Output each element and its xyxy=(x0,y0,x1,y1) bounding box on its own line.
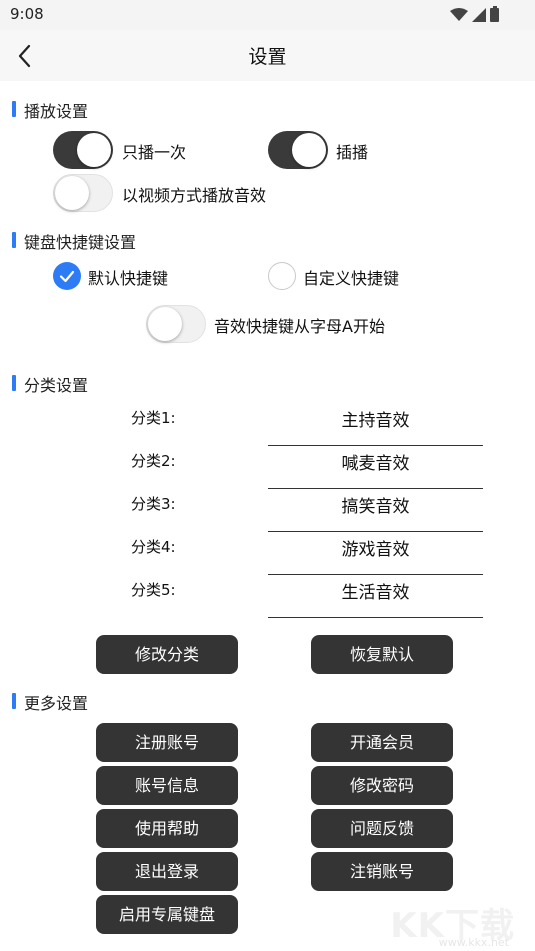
section-title-more: 更多设置 xyxy=(24,694,89,713)
video-mode-toggle[interactable] xyxy=(53,174,113,212)
watermark-url: www.kkx.net xyxy=(438,936,509,949)
category-1-label: 分类1: xyxy=(131,409,176,427)
section-title-playback: 播放设置 xyxy=(24,102,89,121)
wifi-icon xyxy=(450,8,468,21)
account-info-button[interactable]: 账号信息 xyxy=(96,766,238,805)
page-title: 设置 xyxy=(248,46,287,68)
check-icon xyxy=(59,270,75,283)
chevron-left-icon xyxy=(18,44,31,68)
insert-play-toggle[interactable] xyxy=(268,131,328,169)
section-title-keyboard: 键盘快捷键设置 xyxy=(24,233,137,252)
toggle-knob xyxy=(148,307,182,341)
category-5-label: 分类5: xyxy=(131,581,176,599)
category-4-label: 分类4: xyxy=(131,538,176,556)
open-vip-button[interactable]: 开通会员 xyxy=(311,723,453,762)
category-3-label: 分类3: xyxy=(131,495,176,513)
video-mode-label: 以视频方式播放音效 xyxy=(122,186,267,205)
category-2-input[interactable]: 喊麦音效 xyxy=(268,446,483,489)
play-once-toggle[interactable] xyxy=(53,131,113,169)
register-account-button[interactable]: 注册账号 xyxy=(96,723,238,762)
exclusive-keyboard-button[interactable]: 启用专属键盘 xyxy=(96,895,238,934)
section-marker xyxy=(12,693,16,709)
default-shortcut-label: 默认快捷键 xyxy=(88,269,169,288)
status-time: 9:08 xyxy=(10,5,44,23)
section-marker xyxy=(12,101,16,117)
section-title-category: 分类设置 xyxy=(24,376,89,395)
logout-button[interactable]: 退出登录 xyxy=(96,852,238,891)
delete-account-button[interactable]: 注销账号 xyxy=(311,852,453,891)
modify-category-button[interactable]: 修改分类 xyxy=(96,635,238,674)
category-1-input[interactable]: 主持音效 xyxy=(268,403,483,446)
play-once-label: 只播一次 xyxy=(122,143,187,162)
help-button[interactable]: 使用帮助 xyxy=(96,809,238,848)
custom-shortcut-radio[interactable] xyxy=(268,262,296,290)
category-3-input[interactable]: 搞笑音效 xyxy=(268,489,483,532)
category-4-input[interactable]: 游戏音效 xyxy=(268,532,483,575)
default-shortcut-radio[interactable] xyxy=(53,262,81,290)
toggle-knob xyxy=(77,133,111,167)
status-icons xyxy=(450,6,499,24)
category-5-input[interactable]: 生活音效 xyxy=(268,575,483,618)
start-from-a-label: 音效快捷键从字母A开始 xyxy=(214,317,385,336)
start-from-a-toggle[interactable] xyxy=(146,305,206,343)
insert-play-label: 插播 xyxy=(336,143,369,162)
feedback-button[interactable]: 问题反馈 xyxy=(311,809,453,848)
signal-icon xyxy=(472,8,486,22)
category-2-label: 分类2: xyxy=(131,452,176,470)
section-marker xyxy=(12,375,16,391)
section-marker xyxy=(12,232,16,248)
reset-default-button[interactable]: 恢复默认 xyxy=(311,635,453,674)
back-button[interactable] xyxy=(14,42,38,70)
toggle-knob xyxy=(292,133,326,167)
battery-icon xyxy=(490,6,499,22)
custom-shortcut-label: 自定义快捷键 xyxy=(303,269,400,288)
toggle-knob xyxy=(55,176,89,210)
change-password-button[interactable]: 修改密码 xyxy=(311,766,453,805)
